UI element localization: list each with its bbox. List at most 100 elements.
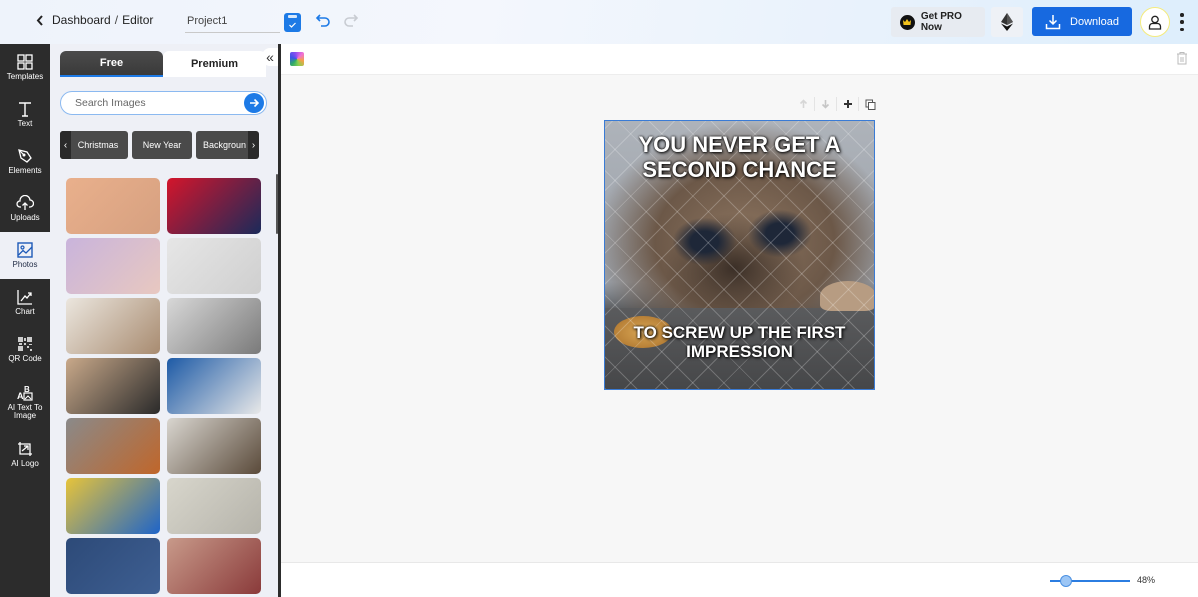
breadcrumb-dashboard[interactable]: Dashboard: [52, 13, 111, 27]
zoom-level-label: 48%: [1137, 575, 1156, 585]
sidebar-label: AI Text To Image: [7, 402, 43, 420]
photo-thumbnail-pocket-watch[interactable]: [66, 298, 160, 354]
photo-thumbnail-cameo-necklace[interactable]: [167, 298, 261, 354]
sidebar-item-uploads[interactable]: Uploads: [0, 185, 50, 232]
sidebar-item-ai-text-to-image[interactable]: AB AI Text To Image: [0, 373, 50, 431]
uploads-icon: [16, 195, 34, 210]
photo-thumbnail-watch-on-sand[interactable]: [167, 418, 261, 474]
sidebar-label: Templates: [6, 72, 44, 81]
photo-thumbnail-neon-sign[interactable]: [167, 178, 261, 234]
search-images-input[interactable]: [61, 92, 231, 114]
sidebar-label: Elements: [8, 166, 42, 175]
download-button[interactable]: Download: [1032, 7, 1132, 36]
move-page-up-button[interactable]: [793, 97, 815, 111]
trash-icon[interactable]: [1176, 51, 1188, 65]
photo-thumbnail-pastel-fabric[interactable]: [66, 238, 160, 294]
plus-icon: [843, 100, 852, 108]
save-button[interactable]: [284, 13, 301, 32]
duplicate-icon: [865, 99, 875, 110]
ai-text-to-image-icon: AB: [17, 385, 33, 401]
arrow-right-icon: [250, 98, 259, 108]
chart-icon: [17, 290, 32, 305]
ai-logo-icon: [18, 442, 32, 456]
svg-text:A: A: [17, 391, 24, 401]
text-icon: [19, 102, 31, 117]
meme-design-page[interactable]: YOU NEVER GET A SECOND CHANCE TO SCREW U…: [604, 120, 875, 390]
bottom-bar: 48%: [281, 562, 1198, 597]
canvas-toolbar: [281, 44, 1198, 75]
sidebar-item-ai-logo[interactable]: AI Logo: [0, 431, 50, 478]
breadcrumb-separator: /: [114, 13, 119, 27]
more-options-icon[interactable]: [1179, 13, 1185, 31]
collapse-panel-icon[interactable]: «: [262, 48, 278, 66]
download-label: Download: [1070, 15, 1119, 28]
sidebar-label: QR Code: [8, 354, 42, 363]
elements-icon: [18, 149, 32, 163]
get-pro-label: Get PRO Now: [920, 11, 962, 33]
photo-thumbnail-ocean-sunset[interactable]: [66, 178, 160, 234]
page-tools: [793, 97, 881, 111]
photo-thumbnail-sneakers-notebook[interactable]: [167, 238, 261, 294]
sidebar-item-qr-code[interactable]: QR Code: [0, 326, 50, 373]
chevron-right-icon[interactable]: ›: [248, 131, 259, 159]
photo-thumbnail-teamwork-hands[interactable]: [167, 358, 261, 414]
crown-icon: [900, 14, 915, 30]
qr-code-icon: [18, 337, 32, 351]
zoom-slider-thumb[interactable]: [1060, 575, 1072, 587]
arrow-up-icon: [799, 99, 808, 108]
photo-thumbnail-denim[interactable]: [66, 538, 160, 594]
photo-thumbnail-shirts-rack[interactable]: [66, 478, 160, 534]
meme-top-text[interactable]: YOU NEVER GET A SECOND CHANCE: [605, 132, 874, 182]
redo-icon[interactable]: [343, 12, 359, 28]
sidebar-item-text[interactable]: Text: [0, 91, 50, 138]
sidebar-item-photos[interactable]: Photos: [0, 232, 50, 279]
download-icon: [1045, 14, 1061, 29]
back-to-dashboard-link[interactable]: Dashboard / Editor: [36, 13, 153, 27]
duplicate-page-button[interactable]: [859, 97, 881, 111]
tab-premium[interactable]: Premium: [163, 51, 266, 77]
photo-thumbnail-laptop[interactable]: [167, 478, 261, 534]
move-page-down-button[interactable]: [815, 97, 837, 111]
category-chip-background[interactable]: Backgroun: [196, 131, 256, 159]
add-page-button[interactable]: [837, 97, 859, 111]
templates-icon: [17, 54, 33, 70]
category-chips: Christmas New Year Backgroun: [60, 131, 260, 159]
category-chip-new-year[interactable]: New Year: [132, 131, 192, 159]
sidebar-label: Text: [17, 119, 33, 128]
search-submit-button[interactable]: [244, 93, 264, 113]
chevron-left-icon: [36, 14, 43, 26]
sidebar-item-chart[interactable]: Chart: [0, 279, 50, 326]
license-tabs: Free Premium: [60, 51, 266, 77]
image-search-box: [60, 91, 267, 115]
photo-thumbnail-grilled-chicken[interactable]: [66, 418, 160, 474]
project-name-input[interactable]: [185, 9, 280, 33]
sidebar-label: AI Logo: [11, 459, 39, 468]
background-color-picker[interactable]: [290, 52, 304, 66]
meme-bottom-text[interactable]: TO SCREW UP THE FIRST IMPRESSION: [605, 323, 874, 361]
ethereum-button[interactable]: [991, 7, 1023, 37]
undo-icon[interactable]: [315, 12, 331, 28]
user-icon: [1148, 15, 1162, 30]
get-pro-button[interactable]: Get PRO Now: [891, 7, 985, 37]
canvas-area: YOU NEVER GET A SECOND CHANCE TO SCREW U…: [281, 75, 1198, 562]
check-icon: [289, 22, 296, 28]
tab-free[interactable]: Free: [60, 51, 163, 77]
sidebar-label: Photos: [12, 260, 38, 269]
sidebar-label: Chart: [15, 307, 35, 316]
arrow-down-icon: [821, 100, 830, 109]
zoom-slider[interactable]: [1050, 575, 1130, 587]
photo-thumbnail-chess-pieces[interactable]: [66, 358, 160, 414]
user-avatar-button[interactable]: [1140, 7, 1170, 37]
photo-grid: [66, 178, 262, 594]
ethereum-icon: [1001, 13, 1013, 31]
photos-icon: [17, 242, 33, 258]
sidebar-item-templates[interactable]: Templates: [0, 44, 50, 91]
sidebar-label: Uploads: [10, 213, 40, 222]
top-bar: Dashboard / Editor Get PRO Now Download: [0, 0, 1198, 44]
sidebar-item-elements[interactable]: Elements: [0, 138, 50, 185]
chevron-left-icon[interactable]: ‹: [60, 131, 71, 159]
photos-panel: Free Premium « Christmas New Year Backgr…: [50, 44, 278, 597]
tool-sidebar: Templates Text Elements Uploads Photos C…: [0, 44, 50, 597]
breadcrumb-editor: Editor: [122, 13, 154, 27]
photo-thumbnail-color-swatches[interactable]: [167, 538, 261, 594]
